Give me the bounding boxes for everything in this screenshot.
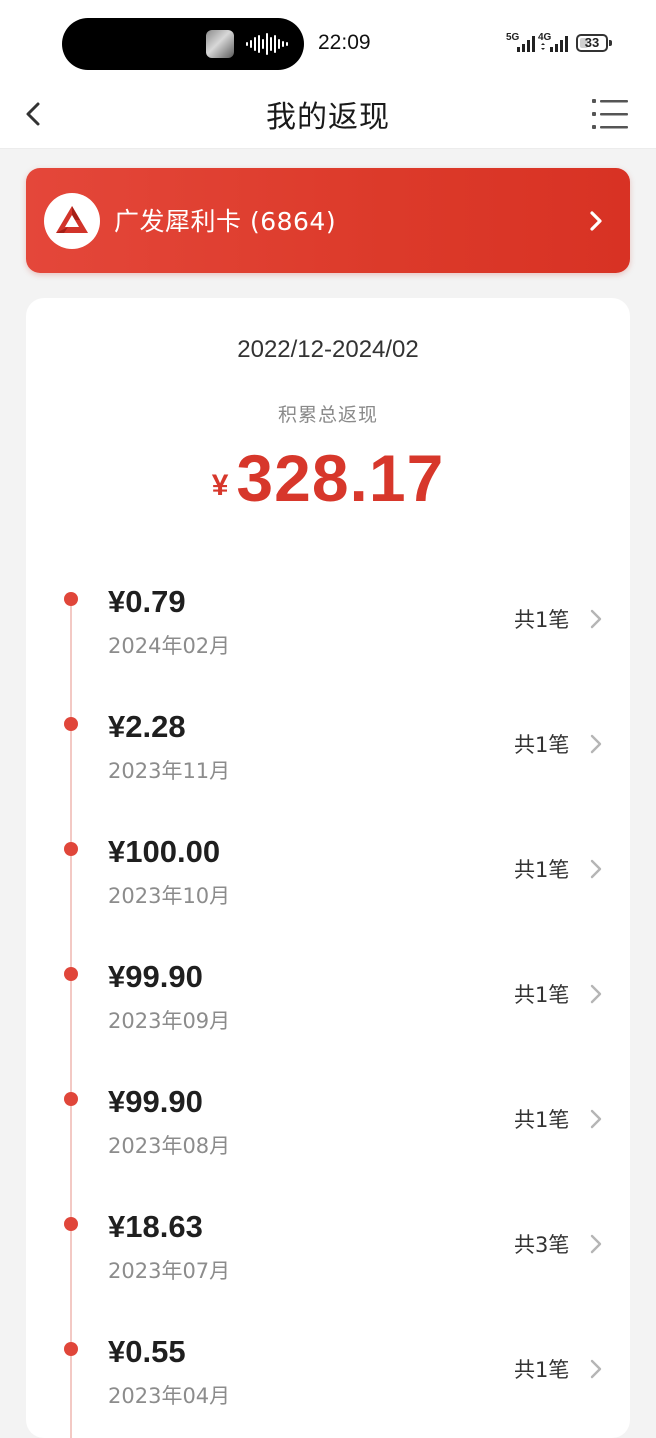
list-icon — [592, 99, 628, 129]
chevron-right-icon — [590, 1359, 602, 1379]
entry-count: 共1笔 — [514, 858, 570, 882]
total-cashback-value: 328.17 — [236, 441, 445, 515]
bank-logo — [44, 193, 100, 249]
cashback-panel: 2022/12-2024/02 积累总返现 ¥328.17 ¥0.79 2024… — [26, 298, 630, 1438]
chevron-right-icon — [590, 609, 602, 629]
date-range: 2022/12-2024/02 — [237, 336, 419, 363]
chevron-right-icon — [590, 984, 602, 1004]
battery-percent: 33 — [584, 35, 600, 50]
signal-5g-icon: 5G — [506, 32, 536, 54]
entry-amount: ¥2.28 — [108, 709, 186, 744]
chevron-right-icon — [590, 734, 602, 754]
cashback-entry[interactable]: ¥0.79 2024年02月 共1笔 — [26, 576, 630, 676]
entry-amount: ¥99.90 — [108, 959, 203, 994]
cgb-bank-logo-icon — [56, 206, 88, 233]
total-cashback-label: 积累总返现 — [277, 404, 378, 426]
cashback-entry[interactable]: ¥99.90 2023年08月 共1笔 — [26, 1076, 630, 1176]
timeline-dot — [64, 1217, 78, 1231]
entry-month: 2023年11月 — [108, 759, 231, 783]
status-time: 22:09 — [318, 31, 371, 54]
page-title: 我的返现 — [266, 100, 390, 135]
total-cashback-amount: ¥328.17 — [26, 440, 630, 516]
dynamic-island[interactable] — [62, 18, 304, 70]
entry-amount: ¥99.90 — [108, 1084, 203, 1119]
chevron-right-icon — [590, 1109, 602, 1129]
battery-cap — [609, 40, 612, 46]
chevron-right-icon — [590, 859, 602, 879]
currency-symbol: ¥ — [211, 469, 229, 502]
audio-waveform-icon — [246, 33, 288, 55]
nav-bar: 我的返现 — [0, 80, 656, 149]
cashback-entry[interactable]: ¥0.55 2023年04月 共1笔 — [26, 1326, 630, 1426]
list-menu-button[interactable] — [584, 92, 634, 136]
battery-icon: 33 — [576, 34, 608, 52]
entry-month: 2023年07月 — [108, 1259, 231, 1283]
entry-month: 2023年10月 — [108, 884, 231, 908]
entry-amount: ¥18.63 — [108, 1209, 203, 1244]
timeline-dot — [64, 842, 78, 856]
status-bar: 22:09 5G 4G 33 — [0, 0, 656, 80]
album-art-thumbnail — [206, 30, 234, 58]
chevron-right-icon — [590, 1234, 602, 1254]
cashback-entry[interactable]: ¥18.63 2023年07月 共3笔 — [26, 1201, 630, 1301]
timeline-dot — [64, 967, 78, 981]
cashback-entry[interactable]: ¥2.28 2023年11月 共1笔 — [26, 701, 630, 801]
entry-amount: ¥0.55 — [108, 1334, 186, 1369]
timeline-dot — [64, 1342, 78, 1356]
entry-amount: ¥100.00 — [108, 834, 221, 869]
entry-count: 共3笔 — [514, 1233, 570, 1257]
entry-month: 2023年08月 — [108, 1134, 231, 1158]
entry-month: 2023年09月 — [108, 1009, 231, 1033]
entry-amount: ¥0.79 — [108, 584, 186, 619]
timeline-dot — [64, 592, 78, 606]
cashback-entry[interactable]: ¥99.90 2023年09月 共1笔 — [26, 951, 630, 1051]
signal-4g-icon: 4G — [538, 32, 570, 54]
chevron-right-icon — [590, 211, 602, 231]
entry-count: 共1笔 — [514, 608, 570, 632]
entry-count: 共1笔 — [514, 733, 570, 757]
cashback-entry[interactable]: ¥100.00 2023年10月 共1笔 — [26, 826, 630, 926]
entry-count: 共1笔 — [514, 983, 570, 1007]
entry-count: 共1笔 — [514, 1108, 570, 1132]
entry-count: 共1笔 — [514, 1358, 570, 1382]
card-name: 广发犀利卡 (6864) — [114, 207, 337, 236]
card-selector-banner[interactable]: 广发犀利卡 (6864) — [26, 168, 630, 273]
entry-month: 2024年02月 — [108, 634, 231, 658]
timeline-dot — [64, 717, 78, 731]
timeline-dot — [64, 1092, 78, 1106]
entry-month: 2023年04月 — [108, 1384, 231, 1408]
